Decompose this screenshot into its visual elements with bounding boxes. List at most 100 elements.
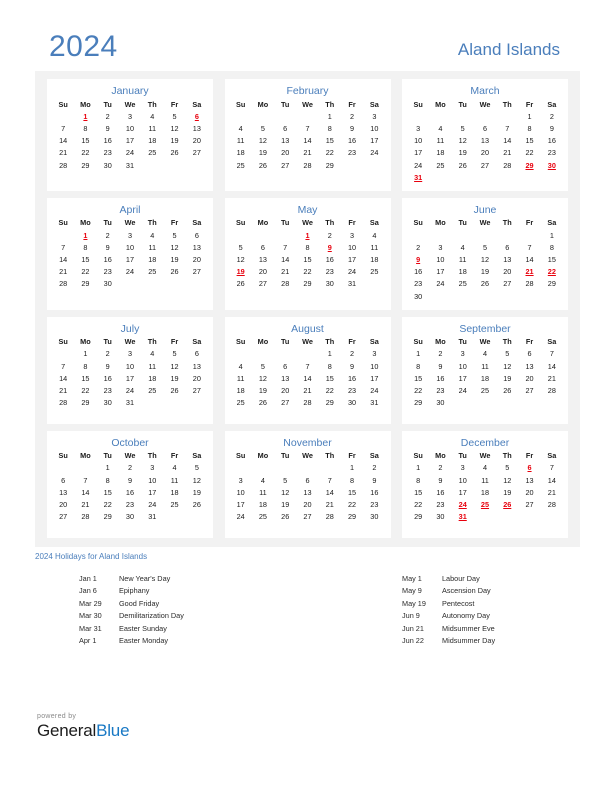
day-cell[interactable]: 20 [518, 487, 540, 499]
day-cell[interactable]: 15 [296, 254, 318, 266]
day-cell[interactable]: 20 [296, 499, 318, 511]
day-cell[interactable]: 23 [97, 147, 119, 159]
day-cell[interactable]: 19 [163, 135, 185, 147]
day-cell[interactable]: 24 [119, 266, 141, 278]
day-cell[interactable]: 18 [363, 254, 385, 266]
day-cell[interactable]: 26 [186, 499, 208, 511]
day-cell[interactable]: 17 [452, 487, 474, 499]
day-cell[interactable]: 7 [52, 242, 74, 254]
day-cell[interactable]: 8 [518, 123, 540, 135]
day-cell[interactable]: 19 [496, 373, 518, 385]
day-cell[interactable]: 29 [296, 278, 318, 290]
day-cell[interactable]: 23 [363, 499, 385, 511]
day-cell[interactable]: 14 [296, 135, 318, 147]
day-cell[interactable]: 25 [141, 266, 163, 278]
day-cell[interactable]: 1 [518, 111, 540, 123]
day-cell[interactable]: 1 [341, 462, 363, 474]
day-cell[interactable]: 23 [407, 278, 429, 290]
day-cell[interactable]: 21 [541, 373, 563, 385]
day-cell-holiday[interactable]: 9 [319, 242, 341, 254]
day-cell[interactable]: 19 [186, 487, 208, 499]
day-cell[interactable]: 7 [52, 360, 74, 372]
day-cell[interactable]: 4 [163, 462, 185, 474]
day-cell[interactable]: 29 [74, 397, 96, 409]
day-cell[interactable]: 10 [341, 242, 363, 254]
day-cell[interactable]: 31 [119, 159, 141, 171]
day-cell[interactable]: 11 [230, 135, 252, 147]
day-cell[interactable]: 17 [452, 373, 474, 385]
day-cell[interactable]: 8 [319, 360, 341, 372]
day-cell[interactable]: 27 [496, 278, 518, 290]
day-cell[interactable]: 28 [74, 511, 96, 523]
day-cell[interactable]: 30 [97, 278, 119, 290]
day-cell[interactable]: 18 [230, 385, 252, 397]
day-cell[interactable]: 14 [541, 360, 563, 372]
day-cell[interactable]: 18 [429, 147, 451, 159]
day-cell[interactable]: 16 [363, 487, 385, 499]
day-cell-holiday[interactable]: 25 [474, 499, 496, 511]
day-cell[interactable]: 16 [429, 487, 451, 499]
day-cell[interactable]: 28 [52, 397, 74, 409]
day-cell-holiday[interactable]: 1 [74, 111, 96, 123]
day-cell[interactable]: 7 [296, 123, 318, 135]
day-cell[interactable]: 16 [97, 254, 119, 266]
day-cell[interactable]: 12 [186, 474, 208, 486]
day-cell[interactable]: 4 [230, 123, 252, 135]
day-cell[interactable]: 22 [74, 385, 96, 397]
day-cell[interactable]: 10 [363, 123, 385, 135]
day-cell[interactable]: 1 [74, 348, 96, 360]
day-cell[interactable]: 18 [141, 373, 163, 385]
day-cell[interactable]: 23 [319, 266, 341, 278]
day-cell-holiday[interactable]: 6 [518, 462, 540, 474]
day-cell-holiday[interactable]: 29 [518, 159, 540, 171]
day-cell[interactable]: 16 [97, 373, 119, 385]
day-cell[interactable]: 29 [97, 511, 119, 523]
day-cell[interactable]: 15 [518, 135, 540, 147]
day-cell[interactable]: 9 [363, 474, 385, 486]
day-cell[interactable]: 21 [496, 147, 518, 159]
day-cell[interactable]: 19 [252, 147, 274, 159]
day-cell-holiday[interactable]: 26 [496, 499, 518, 511]
day-cell[interactable]: 8 [74, 360, 96, 372]
day-cell[interactable]: 13 [518, 474, 540, 486]
day-cell[interactable]: 10 [452, 474, 474, 486]
day-cell[interactable]: 4 [474, 348, 496, 360]
day-cell[interactable]: 27 [274, 159, 296, 171]
day-cell[interactable]: 21 [74, 499, 96, 511]
day-cell[interactable]: 29 [407, 511, 429, 523]
day-cell[interactable]: 9 [429, 360, 451, 372]
day-cell[interactable]: 15 [541, 254, 563, 266]
day-cell[interactable]: 6 [474, 123, 496, 135]
day-cell[interactable]: 10 [429, 254, 451, 266]
day-cell[interactable]: 17 [119, 254, 141, 266]
day-cell[interactable]: 25 [452, 278, 474, 290]
month-card-august[interactable]: August Su Mo Tu We Th Fr Sa 1 2 3 4 5 6 7 8 9 10 11 12 13 14… [224, 316, 391, 424]
day-cell[interactable]: 17 [230, 499, 252, 511]
day-cell[interactable]: 8 [407, 360, 429, 372]
day-cell[interactable]: 13 [186, 360, 208, 372]
day-cell[interactable]: 11 [363, 242, 385, 254]
day-cell[interactable]: 11 [141, 360, 163, 372]
day-cell[interactable]: 2 [429, 462, 451, 474]
day-cell[interactable]: 19 [252, 385, 274, 397]
day-cell[interactable]: 17 [407, 147, 429, 159]
day-cell[interactable]: 8 [74, 123, 96, 135]
day-cell[interactable]: 25 [141, 385, 163, 397]
day-cell[interactable]: 3 [119, 229, 141, 241]
day-cell[interactable]: 23 [97, 385, 119, 397]
day-cell[interactable]: 2 [97, 348, 119, 360]
day-cell[interactable]: 3 [452, 462, 474, 474]
day-cell[interactable]: 18 [474, 487, 496, 499]
day-cell[interactable]: 17 [119, 135, 141, 147]
day-cell[interactable]: 27 [186, 147, 208, 159]
day-cell[interactable]: 24 [363, 147, 385, 159]
day-cell[interactable]: 21 [274, 266, 296, 278]
day-cell[interactable]: 29 [74, 159, 96, 171]
day-cell[interactable]: 24 [429, 278, 451, 290]
day-cell[interactable]: 27 [252, 278, 274, 290]
day-cell[interactable]: 28 [274, 278, 296, 290]
day-cell[interactable]: 26 [163, 385, 185, 397]
day-cell[interactable]: 3 [363, 348, 385, 360]
day-cell[interactable]: 22 [319, 147, 341, 159]
day-cell[interactable]: 11 [141, 123, 163, 135]
